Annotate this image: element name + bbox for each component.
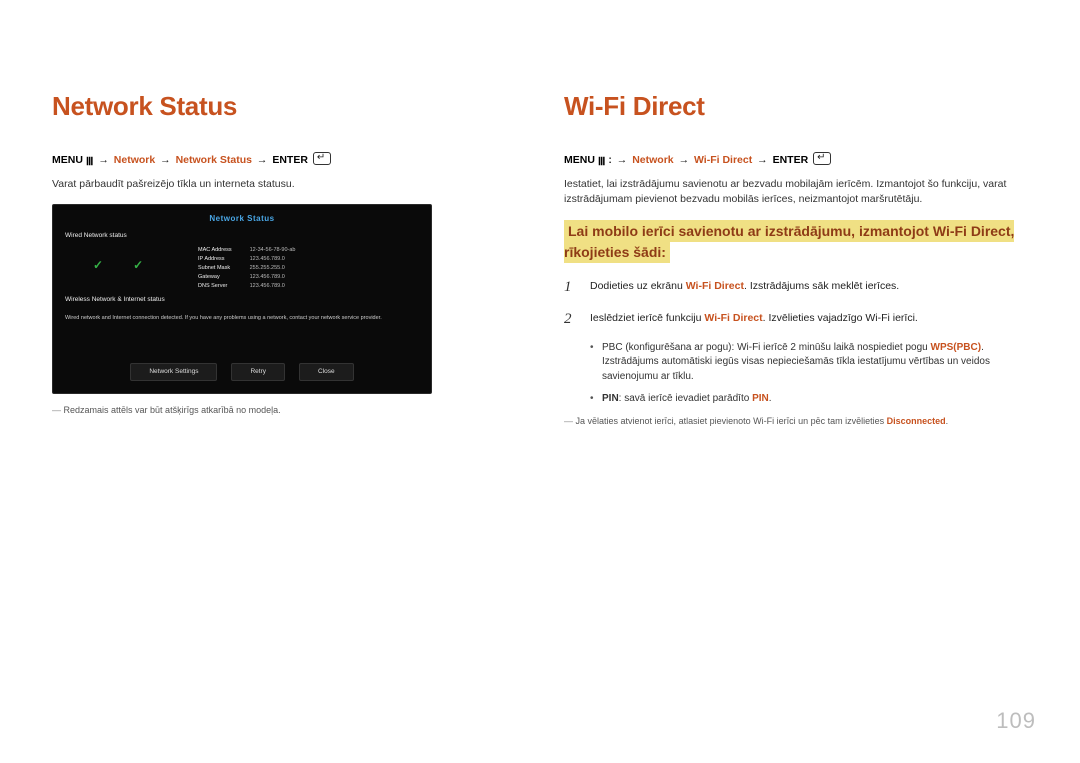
arrow-icon bbox=[615, 154, 630, 166]
body-text-right: Iestatiet, lai izstrādājumu savienotu ar… bbox=[564, 177, 1030, 207]
shot-value: 123.456.789.0 bbox=[250, 283, 296, 291]
body-text-left: Varat pārbaudīt pašreizējo tīkla un inte… bbox=[52, 177, 518, 192]
enter-icon bbox=[313, 152, 331, 165]
step-1: 1 Dodieties uz ekrānu Wi-Fi Direct. Izst… bbox=[564, 277, 1030, 299]
check-icon: ✓ bbox=[133, 257, 143, 274]
shot-label: Subnet Mask bbox=[198, 265, 232, 273]
arrow-icon bbox=[677, 154, 692, 166]
shot-footer-buttons: Network Settings Retry Close bbox=[53, 363, 431, 380]
shot-value: 123.456.789.0 bbox=[250, 274, 296, 282]
menu-label: MENU bbox=[52, 154, 83, 166]
step-number: 2 bbox=[564, 309, 578, 331]
shot-info: MAC Address IP Address Subnet Mask Gatew… bbox=[198, 247, 419, 291]
arrow-icon bbox=[755, 154, 770, 166]
menu-path-left: MENU Ⅲ Network Network Status ENTER bbox=[52, 152, 518, 171]
enter-icon bbox=[813, 152, 831, 165]
arrow-icon bbox=[158, 154, 173, 166]
step-2: 2 Ieslēdziet ierīcē funkciju Wi-Fi Direc… bbox=[564, 309, 1030, 331]
menu-seg-network-status: Network Status bbox=[176, 154, 252, 166]
shot-subhead2: Wireless Network & Internet status bbox=[65, 295, 165, 304]
shot-value: 255.255.255.0 bbox=[250, 265, 296, 273]
shot-title: Network Status bbox=[53, 213, 431, 225]
right-column: Wi-Fi Direct MENU Ⅲ : Network Wi-Fi Dire… bbox=[564, 88, 1030, 428]
shot-label: MAC Address bbox=[198, 247, 232, 255]
menu-seg-network: Network bbox=[632, 154, 673, 166]
menu-icon: Ⅲ bbox=[86, 155, 94, 171]
arrow-icon bbox=[255, 154, 270, 166]
heading-network-status: Network Status bbox=[52, 88, 518, 126]
step-text: Dodieties uz ekrānu Wi-Fi Direct. Izstrā… bbox=[590, 277, 899, 299]
shot-ticks: ✓ ✓ bbox=[93, 257, 143, 274]
sub-bullets: PBC (konfigurēšana ar pogu): Wi-Fi ierīc… bbox=[590, 341, 1030, 407]
menu-label: MENU bbox=[564, 154, 595, 166]
footnote-right: Ja vēlaties atvienot ierīci, atlasiet pi… bbox=[564, 415, 1030, 428]
shot-btn-close: Close bbox=[299, 363, 354, 380]
caption-left: Redzamais attēls var būt atšķirīgs atkar… bbox=[52, 404, 518, 417]
highlight-block: Lai mobilo ierīci savienotu ar izstrādāj… bbox=[564, 221, 1030, 263]
shot-label: IP Address bbox=[198, 256, 232, 264]
menu-seg-enter: ENTER bbox=[272, 154, 308, 166]
step-number: 1 bbox=[564, 277, 578, 299]
shot-btn-network-settings: Network Settings bbox=[130, 363, 217, 380]
shot-subhead: Wired Network status bbox=[65, 231, 127, 240]
shot-label: Gateway bbox=[198, 274, 232, 282]
bullet-pin: PIN: savā ierīcē ievadiet parādīto PIN. bbox=[590, 392, 1030, 407]
menu-icon: Ⅲ bbox=[598, 155, 606, 171]
shot-value: 123.456.789.0 bbox=[250, 256, 296, 264]
menu-seg-enter: ENTER bbox=[773, 154, 809, 166]
shot-btn-retry: Retry bbox=[231, 363, 285, 380]
menu-seg-network: Network bbox=[114, 154, 155, 166]
bullet-pbc: PBC (konfigurēšana ar pogu): Wi-Fi ierīc… bbox=[590, 341, 1030, 385]
check-icon: ✓ bbox=[93, 257, 103, 274]
shot-message: Wired network and Internet connection de… bbox=[65, 315, 419, 323]
left-column: Network Status MENU Ⅲ Network Network St… bbox=[52, 88, 518, 428]
menu-seg-wifi-direct: Wi-Fi Direct bbox=[694, 154, 752, 166]
heading-wifi-direct: Wi-Fi Direct bbox=[564, 88, 1030, 126]
steps-list: 1 Dodieties uz ekrānu Wi-Fi Direct. Izst… bbox=[564, 277, 1030, 331]
menu-path-right: MENU Ⅲ : Network Wi-Fi Direct ENTER bbox=[564, 152, 1030, 171]
arrow-icon bbox=[96, 154, 111, 166]
step-text: Ieslēdziet ierīcē funkciju Wi-Fi Direct.… bbox=[590, 309, 918, 331]
screenshot-network-status: Network Status Wired Network status ✓ ✓ … bbox=[52, 204, 432, 394]
shot-value: 12-34-56-78-90-ab bbox=[250, 247, 296, 255]
page-number: 109 bbox=[996, 705, 1036, 737]
shot-label: DNS Server bbox=[198, 283, 232, 291]
highlighted-instruction: Lai mobilo ierīci savienotu ar izstrādāj… bbox=[564, 220, 1014, 263]
